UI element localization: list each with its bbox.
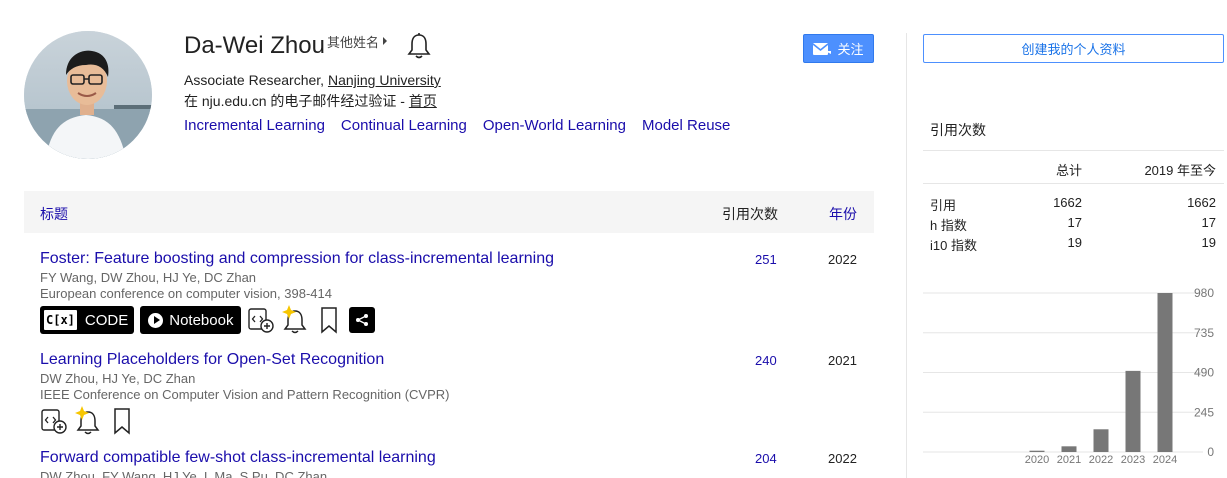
publication-title[interactable]: Forward compatible few-shot class-increm… bbox=[40, 449, 874, 467]
metrics-col-all: 总计 bbox=[1055, 163, 1082, 178]
metrics-col-since: 2019 年至今 bbox=[1144, 163, 1216, 178]
chart-bar[interactable] bbox=[1093, 429, 1109, 452]
save-button[interactable] bbox=[108, 407, 136, 435]
notebook-button[interactable]: Notebook bbox=[140, 306, 242, 334]
chart-bar[interactable] bbox=[1029, 450, 1045, 452]
cited-by-heading: 引用次数 bbox=[930, 122, 986, 138]
metric-all: 19 bbox=[1067, 235, 1082, 250]
interest-link[interactable]: Model Reuse bbox=[642, 117, 730, 134]
metric-since: 1662 bbox=[1187, 195, 1216, 210]
verified-email: 在 nju.edu.cn 的电子邮件经过验证 - 首页 bbox=[184, 91, 437, 111]
verified-email-text: 在 nju.edu.cn 的电子邮件经过验证 - bbox=[184, 93, 409, 109]
chart-x-tick-label: 2024 bbox=[1153, 454, 1177, 466]
code-plus-icon bbox=[41, 409, 67, 434]
publication-row: Foster: Feature boosting and compression… bbox=[40, 250, 874, 334]
bell-icon bbox=[407, 33, 431, 59]
interest-link[interactable]: Continual Learning bbox=[341, 117, 467, 134]
publication-title[interactable]: Foster: Feature boosting and compression… bbox=[40, 250, 874, 268]
citations-per-year-chart: 980 735 490 245 0 2020 2021 2022 2023 2024 bbox=[923, 282, 1227, 478]
alert-button[interactable] bbox=[281, 305, 309, 334]
other-names-label: 其他姓名 bbox=[326, 34, 379, 50]
publication-venue: IEEE Conference on Computer Vision and P… bbox=[40, 387, 450, 402]
citations-chart-svg: 980 735 490 245 0 2020 2021 2022 2023 2024 bbox=[923, 286, 1214, 466]
chart-x-tick-label: 2022 bbox=[1089, 454, 1113, 466]
metric-since: 17 bbox=[1201, 215, 1216, 230]
profile-name: Da-Wei Zhou bbox=[184, 32, 325, 59]
affiliation-role: Associate Researcher, bbox=[184, 72, 328, 88]
email-icon bbox=[813, 42, 832, 55]
chart-bar[interactable] bbox=[1125, 370, 1141, 452]
code-label: CODE bbox=[84, 311, 129, 329]
publication-authors: FY Wang, DW Zhou, HJ Ye, DC Zhan bbox=[40, 270, 257, 285]
metrics-row-citations: 引用 1662 1662 bbox=[923, 192, 1224, 213]
play-icon bbox=[148, 312, 164, 328]
code-plus-icon bbox=[248, 308, 275, 333]
metrics-header-row: 总计 2019 年至今 bbox=[923, 150, 1224, 184]
follow-label: 关注 bbox=[837, 42, 864, 57]
notification-bell-button[interactable] bbox=[405, 31, 433, 61]
publication-title[interactable]: Learning Placeholders for Open-Set Recog… bbox=[40, 351, 874, 369]
publication-authors: DW Zhou, HJ Ye, DC Zhan bbox=[40, 371, 196, 386]
sparkle-bell-icon bbox=[75, 406, 100, 435]
publication-year: 2022 bbox=[828, 252, 857, 267]
share-button[interactable] bbox=[349, 307, 376, 333]
alert-button[interactable] bbox=[74, 406, 102, 435]
interest-link[interactable]: Open-World Learning bbox=[483, 117, 626, 134]
publication-cited-count[interactable]: 240 bbox=[755, 353, 777, 368]
publications-table-header: 标题 引用次数 年份 bbox=[24, 191, 874, 233]
other-names-toggle[interactable]: 其他姓名 bbox=[327, 32, 387, 51]
publication-authors: DW Zhou, FY Wang, HJ Ye, L Ma, S Pu, DC … bbox=[40, 469, 328, 478]
chart-y-tick-label: 245 bbox=[1194, 405, 1214, 419]
metric-all: 17 bbox=[1067, 215, 1082, 230]
chart-y-tick-label: 735 bbox=[1194, 326, 1214, 340]
chart-x-tick-label: 2023 bbox=[1121, 454, 1145, 466]
chart-x-tick-label: 2021 bbox=[1057, 454, 1081, 466]
bookmark-icon bbox=[114, 408, 130, 435]
homepage-link[interactable]: 首页 bbox=[409, 93, 437, 109]
affiliation: Associate Researcher, Nanjing University bbox=[184, 72, 441, 88]
publication-venue: European conference on computer vision, … bbox=[40, 286, 332, 301]
metrics-row-h-index: h 指数 17 17 bbox=[923, 212, 1224, 233]
publication-cited-count[interactable]: 251 bbox=[755, 252, 777, 267]
affiliation-org-link[interactable]: Nanjing University bbox=[328, 72, 441, 88]
chart-y-tick-label: 0 bbox=[1207, 445, 1214, 459]
code-button[interactable]: C[x] CODE bbox=[40, 306, 135, 334]
chart-bar[interactable] bbox=[1157, 293, 1173, 452]
bookmark-icon bbox=[321, 307, 338, 334]
notebook-label: Notebook bbox=[169, 311, 234, 329]
code-icon: C[x] bbox=[43, 309, 78, 331]
sparkle-bell-icon bbox=[282, 305, 307, 334]
publication-toolbar: C[x] CODE Notebook bbox=[40, 305, 874, 334]
metric-label: i10 指数 bbox=[930, 238, 977, 253]
citation-metrics-table: 总计 2019 年至今 引用 1662 1662 h 指数 17 17 i10 … bbox=[923, 150, 1224, 253]
sort-by-citations[interactable]: 引用次数 bbox=[722, 204, 778, 224]
metric-since: 19 bbox=[1201, 235, 1216, 250]
chart-bar[interactable] bbox=[1061, 446, 1077, 452]
chart-y-tick-label: 980 bbox=[1194, 286, 1214, 300]
profile-header: Da-Wei Zhou 其他姓名 bbox=[184, 31, 433, 61]
publication-year: 2021 bbox=[828, 353, 857, 368]
add-code-button[interactable] bbox=[40, 407, 68, 435]
publication-row: Forward compatible few-shot class-increm… bbox=[40, 449, 874, 478]
chart-x-tick-label: 2020 bbox=[1025, 454, 1049, 466]
sort-by-year[interactable]: 年份 bbox=[829, 204, 857, 224]
metrics-row-i10-index: i10 指数 19 19 bbox=[923, 232, 1224, 253]
add-code-button[interactable] bbox=[247, 306, 275, 334]
metric-all: 1662 bbox=[1053, 195, 1082, 210]
publication-toolbar bbox=[40, 406, 874, 435]
follow-button[interactable]: 关注 bbox=[803, 34, 874, 63]
save-button[interactable] bbox=[315, 306, 343, 334]
research-interests: Incremental Learning Continual Learning … bbox=[184, 117, 730, 134]
interest-link[interactable]: Incremental Learning bbox=[184, 117, 325, 134]
publication-cited-count[interactable]: 204 bbox=[755, 451, 777, 466]
publication-row: Learning Placeholders for Open-Set Recog… bbox=[40, 351, 874, 435]
create-profile-button[interactable]: 创建我的个人资料 bbox=[923, 34, 1224, 63]
chart-y-tick-label: 490 bbox=[1194, 366, 1214, 380]
caret-right-icon bbox=[382, 37, 387, 45]
column-divider bbox=[906, 33, 907, 478]
sort-by-title[interactable]: 标题 bbox=[40, 204, 68, 224]
profile-photo bbox=[24, 31, 152, 159]
share-icon bbox=[356, 314, 369, 326]
publication-year: 2022 bbox=[828, 451, 857, 466]
